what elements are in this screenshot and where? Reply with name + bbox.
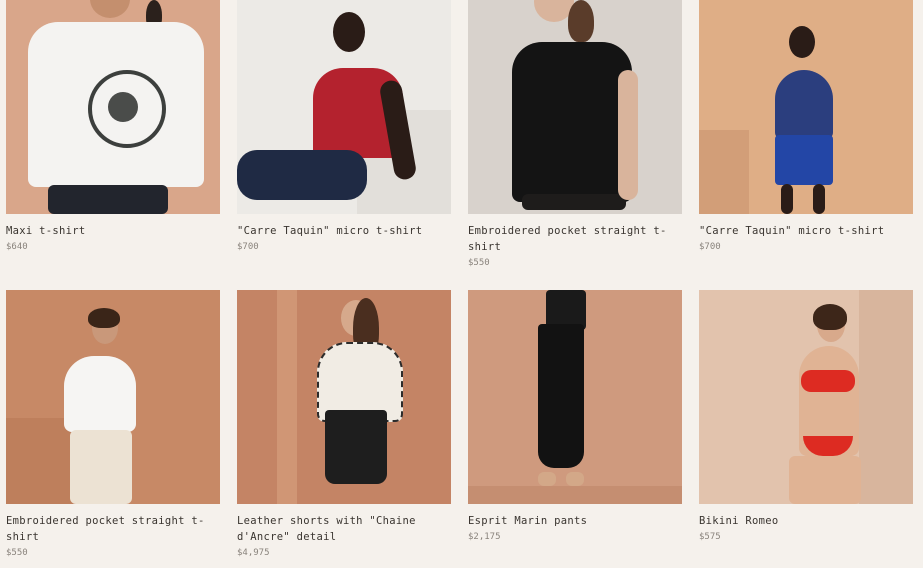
product-card[interactable]: Leather shorts with "Chaine d'Ancre" det… [237,290,451,560]
product-card[interactable]: Embroidered pocket straight t-shirt $550 [6,290,220,560]
product-price: $4,975 [237,548,270,558]
product-image[interactable] [237,0,451,214]
product-price: $700 [699,242,721,252]
product-price: $575 [699,532,721,542]
product-image[interactable] [6,0,220,214]
product-name[interactable]: Embroidered pocket straight t-shirt [468,223,682,255]
product-name[interactable]: Esprit Marin pants [468,513,682,529]
product-price: $700 [237,242,259,252]
product-card[interactable]: "Carre Taquin" micro t-shirt $700 [237,0,451,254]
product-image[interactable] [699,290,913,504]
product-image[interactable] [468,290,682,504]
product-name[interactable]: Leather shorts with "Chaine d'Ancre" det… [237,513,451,545]
product-name[interactable]: Embroidered pocket straight t-shirt [6,513,220,545]
product-name[interactable]: Bikini Romeo [699,513,913,529]
product-name[interactable]: "Carre Taquin" micro t-shirt [699,223,913,239]
product-card[interactable]: Embroidered pocket straight t-shirt $550 [468,0,682,270]
product-name[interactable]: "Carre Taquin" micro t-shirt [237,223,451,239]
product-price: $640 [6,242,28,252]
product-grid: Maxi t-shirt $640 "Carre Taquin" micro t… [0,0,923,568]
product-price: $550 [468,258,490,268]
product-card[interactable]: "Carre Taquin" micro t-shirt $700 [699,0,913,254]
product-card[interactable]: Maxi t-shirt $640 [6,0,220,254]
product-image[interactable] [468,0,682,214]
product-image[interactable] [699,0,913,214]
product-image[interactable] [237,290,451,504]
product-card[interactable]: Esprit Marin pants $2,175 [468,290,682,544]
product-card[interactable]: Bikini Romeo $575 [699,290,913,544]
product-price: $550 [6,548,28,558]
product-price: $2,175 [468,532,501,542]
product-image[interactable] [6,290,220,504]
product-name[interactable]: Maxi t-shirt [6,223,220,239]
